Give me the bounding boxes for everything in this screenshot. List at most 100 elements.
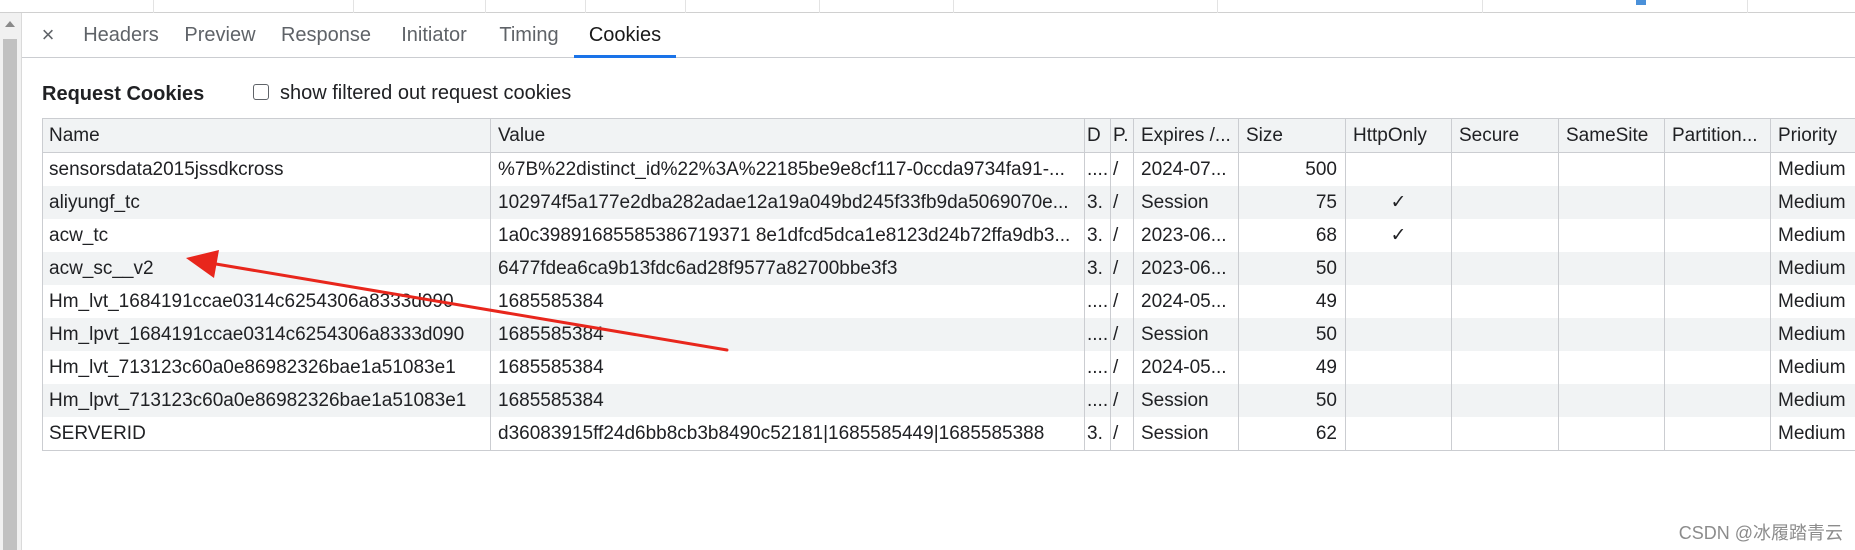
cell-partition: [1665, 252, 1771, 285]
column-header-priority[interactable]: Priority: [1771, 119, 1855, 152]
cell-value: 1685585384: [491, 384, 1085, 417]
strip-marker: [1636, 0, 1646, 5]
column-header-expires[interactable]: Expires /...: [1134, 119, 1239, 152]
cell-httponly: [1346, 318, 1452, 351]
vertical-scrollbar[interactable]: [0, 13, 22, 550]
table-row[interactable]: aliyungf_tc 102974f5a177e2dba282adae12a19…: [42, 186, 1855, 219]
cell-secure: [1452, 219, 1559, 252]
cell-httponly: [1346, 252, 1452, 285]
cell-name: acw_tc: [42, 219, 491, 252]
cell-domain: ....: [1085, 318, 1111, 351]
strip-segment: [154, 0, 354, 13]
watermark: CSDN @冰履踏青云: [1678, 523, 1843, 543]
column-header-samesite[interactable]: SameSite: [1559, 119, 1665, 152]
table-row[interactable]: acw_sc__v2 6477fdea6ca9b13fdc6ad28f9577a8…: [42, 252, 1855, 285]
cell-size: 49: [1239, 351, 1346, 384]
column-header-size[interactable]: Size: [1239, 119, 1346, 152]
cell-expires: 2024-05...: [1134, 351, 1239, 384]
cell-samesite: [1559, 285, 1665, 318]
scroll-up-arrow-icon[interactable]: [5, 21, 15, 27]
cell-size: 500: [1239, 153, 1346, 186]
tab-preview[interactable]: Preview: [172, 13, 268, 58]
table-row[interactable]: Hm_lvt_1684191ccae0314c6254306a8333d090 1…: [42, 285, 1855, 318]
cell-size: 50: [1239, 252, 1346, 285]
cell-httponly: [1346, 351, 1452, 384]
column-header-domain[interactable]: D: [1085, 119, 1111, 152]
cell-secure: [1452, 417, 1559, 450]
cell-samesite: [1559, 252, 1665, 285]
cell-samesite: [1559, 351, 1665, 384]
column-header-httponly[interactable]: HttpOnly: [1346, 119, 1452, 152]
cell-name: acw_sc__v2: [42, 252, 491, 285]
cell-expires: Session: [1134, 384, 1239, 417]
cell-path: /: [1111, 252, 1134, 285]
cell-size: 49: [1239, 285, 1346, 318]
tab-headers[interactable]: Headers: [70, 13, 172, 58]
cell-partition: [1665, 153, 1771, 186]
cell-domain: ....: [1085, 285, 1111, 318]
scroll-thumb[interactable]: [3, 39, 17, 550]
strip-segment: [1483, 0, 1748, 13]
cell-value: d36083915ff24d6bb8cb3b8490c52181|1685585…: [491, 417, 1085, 450]
tab-initiator[interactable]: Initiator: [384, 13, 484, 58]
cell-size: 50: [1239, 384, 1346, 417]
cell-secure: [1452, 318, 1559, 351]
table-row[interactable]: Hm_lpvt_713123c60a0e86982326bae1a51083e1…: [42, 384, 1855, 417]
cell-priority: Medium: [1778, 324, 1846, 345]
cell-path: /: [1111, 351, 1134, 384]
cell-domain: ....: [1085, 153, 1111, 186]
cell-path: /: [1111, 417, 1134, 450]
cell-partition: [1665, 318, 1771, 351]
strip-segment: [0, 0, 154, 13]
cell-size: 62: [1239, 417, 1346, 450]
cell-partition: [1665, 351, 1771, 384]
cell-httponly: [1346, 153, 1452, 186]
cell-samesite: [1559, 153, 1665, 186]
section-title: Request Cookies: [42, 83, 205, 105]
table-row[interactable]: Hm_lpvt_1684191ccae0314c6254306a8333d090…: [42, 318, 1855, 351]
cell-httponly: ✓: [1346, 186, 1452, 219]
cookies-table: Name Value D P. Expires /... Size HttpOn…: [42, 118, 1855, 450]
cell-size: 75: [1239, 186, 1346, 219]
tab-cookies[interactable]: Cookies: [574, 13, 676, 58]
cell-path: /: [1111, 384, 1134, 417]
table-row[interactable]: acw_tc 1a0c39891685585386719371 8e1dfcd5d…: [42, 219, 1855, 252]
cell-expires: Session: [1134, 318, 1239, 351]
column-header-secure[interactable]: Secure: [1452, 119, 1559, 152]
cell-path: /: [1111, 219, 1134, 252]
column-header-path[interactable]: P.: [1111, 119, 1134, 152]
cell-secure: [1452, 153, 1559, 186]
table-bottom-border: [42, 450, 1855, 451]
cell-value: 6477fdea6ca9b13fdc6ad28f9577a82700bbe3f3: [491, 252, 1085, 285]
cell-domain: ....: [1085, 384, 1111, 417]
devtools-tabbar: × Headers Preview Response Initiator Tim…: [22, 13, 1855, 58]
close-icon[interactable]: ×: [36, 21, 60, 49]
cell-name: Hm_lpvt_713123c60a0e86982326bae1a51083e1: [42, 384, 491, 417]
cell-secure: [1452, 351, 1559, 384]
top-strip: [0, 0, 1855, 13]
cell-partition: [1665, 384, 1771, 417]
cell-domain: ....: [1085, 351, 1111, 384]
cell-priority: Medium: [1778, 423, 1846, 444]
tab-timing[interactable]: Timing: [484, 13, 574, 58]
checkbox-icon[interactable]: [253, 84, 269, 100]
table-header-row: Name Value D P. Expires /... Size HttpOn…: [42, 119, 1855, 153]
cell-size: 50: [1239, 318, 1346, 351]
strip-segment: [686, 0, 820, 13]
cell-samesite: [1559, 186, 1665, 219]
cell-secure: [1452, 252, 1559, 285]
filter-checkbox-label[interactable]: show filtered out request cookies: [280, 82, 571, 105]
column-header-value[interactable]: Value: [491, 119, 1085, 152]
cell-priority: Medium: [1778, 159, 1846, 180]
table-row[interactable]: Hm_lvt_713123c60a0e86982326bae1a51083e1 1…: [42, 351, 1855, 384]
column-header-partition[interactable]: Partition...: [1665, 119, 1771, 152]
cell-secure: [1452, 384, 1559, 417]
tab-response[interactable]: Response: [268, 13, 384, 58]
cell-value: 1685585384: [491, 318, 1085, 351]
column-header-name[interactable]: Name: [42, 119, 491, 152]
table-row[interactable]: SERVERID d36083915ff24d6bb8cb3b8490c52181…: [42, 417, 1855, 450]
cell-partition: [1665, 219, 1771, 252]
cell-httponly: ✓: [1346, 219, 1452, 252]
table-row[interactable]: sensorsdata2015jssdkcross %7B%22distinct_…: [42, 153, 1855, 186]
cell-size: 68: [1239, 219, 1346, 252]
